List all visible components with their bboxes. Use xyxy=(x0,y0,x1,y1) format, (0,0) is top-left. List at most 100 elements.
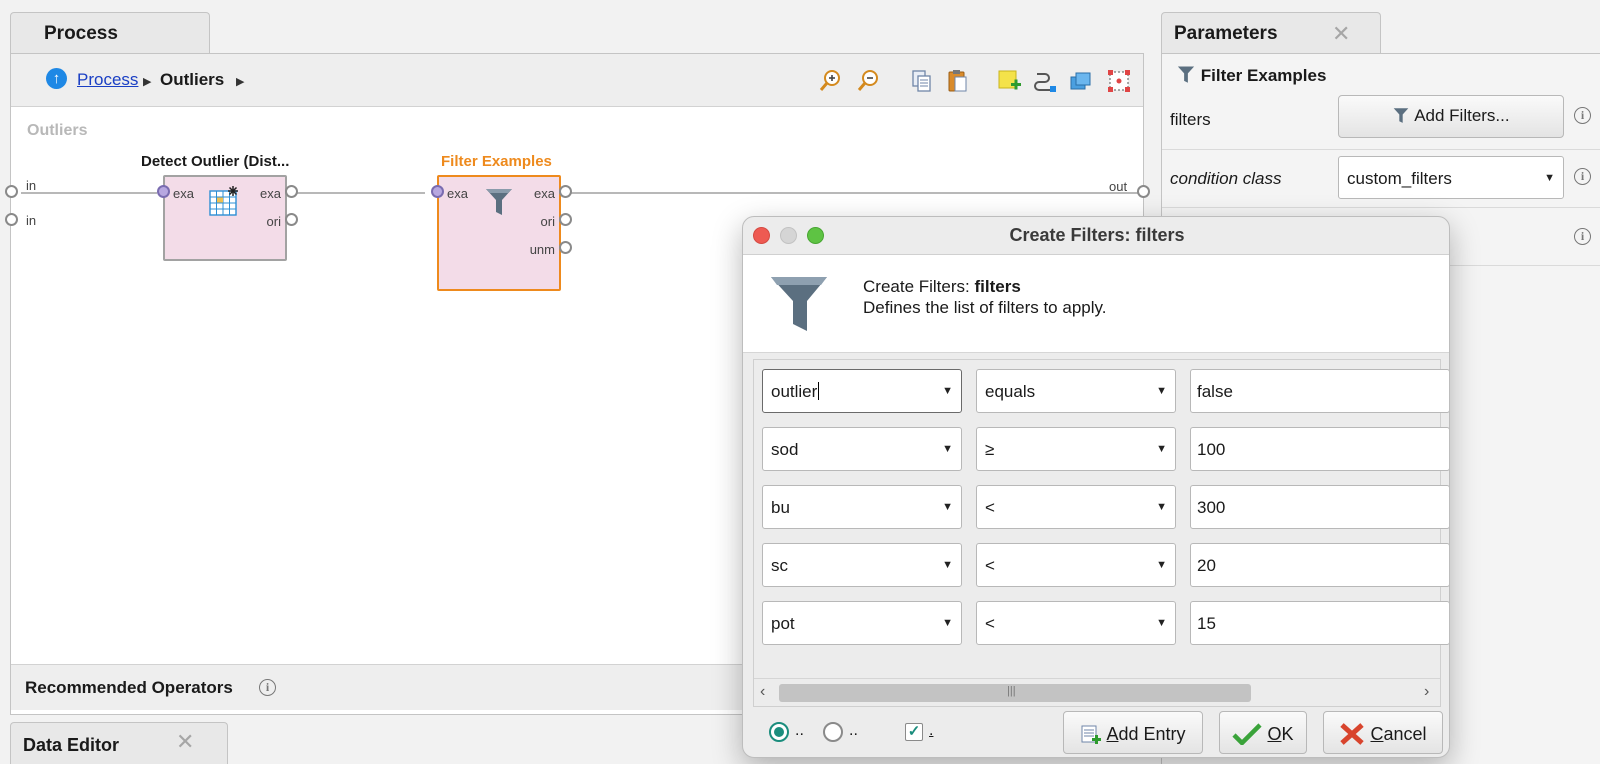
tab-data-editor[interactable]: Data Editor ✕ xyxy=(10,722,228,764)
ok-button[interactable]: OK xyxy=(1219,711,1307,754)
filter-operator-select[interactable]: ≥ ▼ xyxy=(976,427,1176,471)
scrollbar-thumb[interactable]: ||| xyxy=(779,684,1251,702)
filter-icon xyxy=(771,277,827,331)
detect-outlier-input-port[interactable] xyxy=(157,185,170,198)
port-label: ori xyxy=(266,214,281,229)
text-caret xyxy=(818,382,820,400)
zoom-out-icon[interactable] xyxy=(856,68,882,94)
copy-icon[interactable] xyxy=(908,68,934,94)
close-icon[interactable]: ✕ xyxy=(176,729,194,755)
operator-detect-outlier[interactable]: exa exa ori xyxy=(163,175,287,261)
info-icon[interactable]: i xyxy=(1574,168,1591,185)
add-filters-button[interactable]: Add Filters... xyxy=(1338,95,1564,138)
auto-wire-icon[interactable] xyxy=(1032,68,1058,94)
detect-outlier-output-port-exa[interactable] xyxy=(285,185,298,198)
process-tab-label: Process xyxy=(44,23,118,44)
checkmark-icon xyxy=(1232,723,1263,747)
operator-title-detect-outlier[interactable]: Detect Outlier (Dist... xyxy=(141,153,289,170)
dialog-header-title: Create Filters: filters xyxy=(863,277,1021,297)
filter-operator-select[interactable]: < ▼ xyxy=(976,543,1176,587)
add-note-icon[interactable] xyxy=(996,68,1022,94)
filter-attribute-select[interactable]: bu ▼ xyxy=(762,485,962,529)
port-label: exa xyxy=(534,186,555,201)
checkbox-option[interactable]: ✓ xyxy=(905,723,923,741)
dialog-titlebar[interactable]: Create Filters: filters xyxy=(743,217,1449,255)
operator-title-filter-examples[interactable]: Filter Examples xyxy=(441,153,552,170)
port-label: exa xyxy=(260,186,281,201)
filter-examples-output-port-exa[interactable] xyxy=(559,185,572,198)
chevron-down-icon: ▼ xyxy=(1544,171,1555,184)
filter-examples-output-port-unm[interactable] xyxy=(559,241,572,254)
breadcrumb-process-link[interactable]: Process xyxy=(77,70,138,90)
parameters-operator-header: Filter Examples xyxy=(1176,64,1326,86)
process-output-port-label: out xyxy=(1109,179,1128,194)
filter-operator-select[interactable]: < ▼ xyxy=(976,485,1176,529)
filter-icon xyxy=(1177,66,1195,83)
filter-attribute-value: bu xyxy=(771,498,790,517)
scroll-right-icon[interactable]: › xyxy=(1424,683,1429,701)
breadcrumb-expand-icon[interactable]: ▶ xyxy=(236,75,244,88)
info-icon[interactable]: i xyxy=(1574,107,1591,124)
filter-attribute-select[interactable]: pot ▼ xyxy=(762,601,962,645)
info-icon[interactable]: i xyxy=(259,679,276,696)
canvas-label: Outliers xyxy=(27,122,88,139)
filter-attribute-value: sod xyxy=(771,440,799,459)
cancel-button[interactable]: Cancel xyxy=(1323,711,1443,754)
wire-detect-to-filter xyxy=(291,192,425,194)
filter-value-input[interactable]: false xyxy=(1190,369,1449,413)
breadcrumb-current: Outliers xyxy=(160,70,225,89)
paste-icon[interactable] xyxy=(945,68,971,94)
filter-value-input[interactable]: 300 xyxy=(1190,485,1449,529)
process-input-port-1[interactable] xyxy=(5,185,18,198)
add-list-icon xyxy=(1081,725,1102,744)
filter-value-input[interactable]: 100 xyxy=(1190,427,1449,471)
tab-parameters[interactable]: Parameters ✕ xyxy=(1161,12,1381,54)
dialog-header-title-prefix: Create Filters: xyxy=(863,277,975,296)
dialog-header: Create Filters: filters Defines the list… xyxy=(743,255,1449,353)
add-entry-label: dd Entry xyxy=(1118,724,1186,744)
filter-icon xyxy=(486,189,512,215)
filter-examples-output-port-ori[interactable] xyxy=(559,213,572,226)
grip-icon: ||| xyxy=(1007,685,1016,697)
filter-operator-select[interactable]: equals ▼ xyxy=(976,369,1176,413)
chevron-down-icon: ▼ xyxy=(942,617,953,629)
ok-mnemonic: O xyxy=(1267,724,1282,744)
horizontal-scrollbar[interactable]: ‹ ||| › xyxy=(754,678,1440,706)
tab-process[interactable]: Process xyxy=(10,12,210,54)
add-entry-button[interactable]: Add Entry xyxy=(1063,711,1203,754)
zoom-in-icon[interactable] xyxy=(818,68,844,94)
filter-attribute-select[interactable]: sod ▼ xyxy=(762,427,962,471)
wire-filter-to-out xyxy=(561,192,1143,194)
operator-order-icon[interactable] xyxy=(1068,68,1094,94)
process-input-port-2[interactable] xyxy=(5,213,18,226)
filter-value-input[interactable]: 15 xyxy=(1190,601,1449,645)
filter-value-input[interactable]: 20 xyxy=(1190,543,1449,587)
filter-operator-value: equals xyxy=(985,382,1036,401)
radio-option-2[interactable] xyxy=(823,722,843,742)
outlier-table-icon xyxy=(209,186,238,216)
info-icon[interactable]: i xyxy=(1574,228,1591,245)
filter-attribute-select[interactable]: outlier ▼ xyxy=(762,369,962,413)
checkbox-label: . xyxy=(929,722,934,739)
detect-outlier-output-port-ori[interactable] xyxy=(285,213,298,226)
auto-fit-icon[interactable] xyxy=(1106,68,1132,94)
chevron-down-icon: ▼ xyxy=(942,385,953,397)
filter-operator-value: < xyxy=(985,614,995,633)
port-label: exa xyxy=(447,186,468,201)
filter-attribute-select[interactable]: sc ▼ xyxy=(762,543,962,587)
process-output-port[interactable] xyxy=(1137,185,1150,198)
radio-option-1[interactable] xyxy=(769,722,789,742)
recommended-operators-label: Recommended Operators xyxy=(25,678,233,697)
scroll-left-icon[interactable]: ‹ xyxy=(760,683,765,701)
close-icon[interactable]: ✕ xyxy=(1332,21,1350,47)
data-editor-tab-label: Data Editor xyxy=(23,735,120,755)
chevron-down-icon: ▼ xyxy=(1156,559,1167,571)
navigate-up-icon[interactable]: ↑ xyxy=(46,68,67,89)
dialog-header-title-param: filters xyxy=(974,277,1021,296)
dialog-title: Create Filters: filters xyxy=(1009,225,1185,245)
filter-examples-input-port[interactable] xyxy=(431,185,444,198)
condition-class-select[interactable]: custom_filters ▼ xyxy=(1338,156,1564,199)
operator-filter-examples[interactable]: exa exa ori unm xyxy=(437,175,561,291)
filter-operator-select[interactable]: < ▼ xyxy=(976,601,1176,645)
filter-value-text: 100 xyxy=(1197,440,1226,459)
